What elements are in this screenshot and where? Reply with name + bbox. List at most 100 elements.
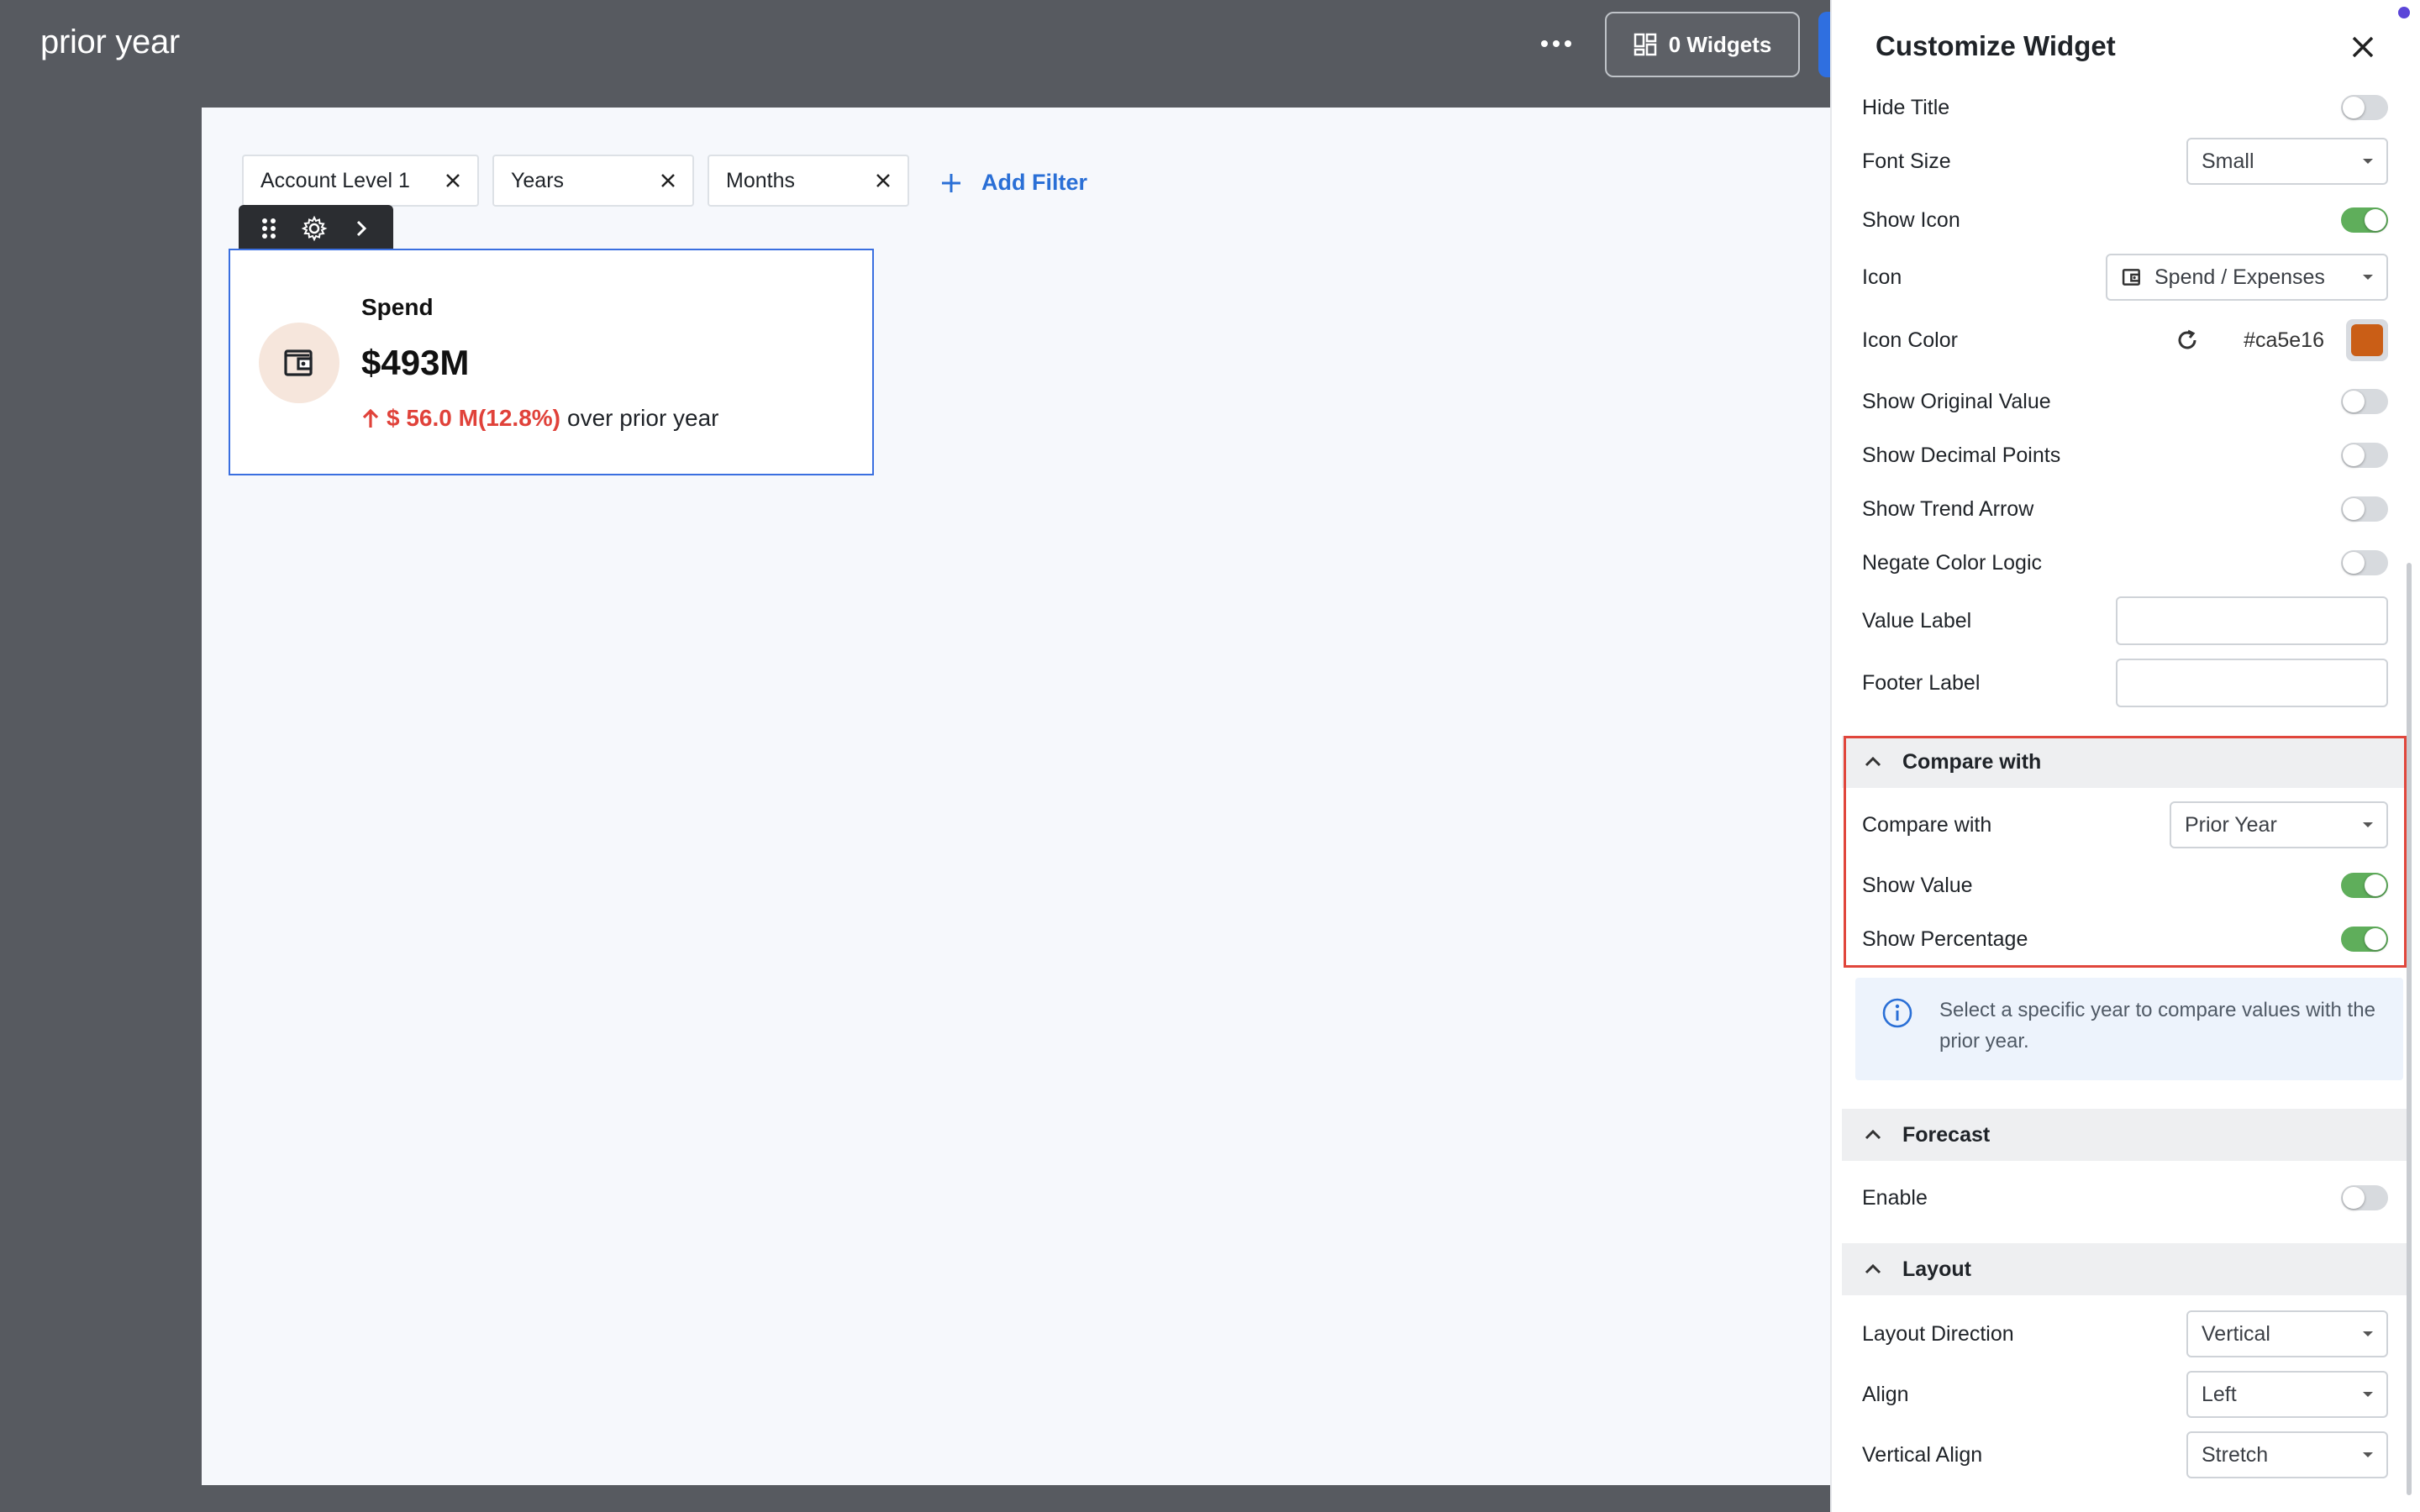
section-layout[interactable]: Layout [1842,1243,2408,1295]
customize-widget-panel: Customize Widget Hide Title Font Size Sm… [1830,0,2420,1512]
section-title: Forecast [1902,1122,1991,1147]
dashboard-title: prior year [40,24,180,60]
caret-down-icon [2363,1392,2373,1397]
kpi-widget[interactable]: Spend $493M $ 56.0 M(12.8%) over prior y… [229,249,874,475]
add-filter-button[interactable]: Add Filter [939,170,1087,196]
arrow-up-icon [362,408,379,428]
widgets-grid-icon [1634,33,1656,56]
add-filter-label: Add Filter [981,170,1087,195]
row-align: Align Left [1862,1371,2388,1418]
row-label: Font Size [1862,149,1951,173]
remove-filter-icon[interactable] [872,170,894,192]
value-label-input[interactable] [2116,596,2388,645]
row-label: Show Original Value [1862,389,2051,413]
show-decimal-points-toggle[interactable] [2341,443,2388,468]
section-title: Layout [1902,1257,1971,1281]
filter-chip-label: Account Level 1 [260,168,410,192]
row-label: Icon [1862,265,1902,289]
negate-color-logic-toggle[interactable] [2341,550,2388,575]
row-value-label: Value Label [1862,596,2388,645]
footer-label-input[interactable] [2116,659,2388,707]
row-label: Footer Label [1862,670,1981,695]
select-value: Left [2202,1382,2237,1406]
kpi-trend: $ 56.0 M(12.8%) over prior year [361,405,719,432]
info-box: Select a specific year to compare values… [1855,978,2403,1080]
show-trend-arrow-toggle[interactable] [2341,496,2388,522]
close-icon[interactable] [2346,30,2380,64]
row-show-original-value: Show Original Value [1862,385,2388,418]
vertical-align-select[interactable]: Stretch [2186,1431,2388,1478]
icon-select-content: Spend / Expenses [2121,265,2325,290]
wallet-icon [284,349,313,376]
show-icon-toggle[interactable] [2341,207,2388,233]
more-dot [1565,40,1571,47]
compare-with-highlight [1844,736,2407,968]
row-show-decimal-points: Show Decimal Points [1862,438,2388,472]
remove-filter-icon[interactable] [657,170,679,192]
forecast-enable-toggle[interactable] [2341,1185,2388,1210]
select-value: Stretch [2202,1442,2269,1467]
chevron-up-icon [1865,1129,1881,1140]
row-footer-label: Footer Label [1862,659,2388,707]
align-select[interactable]: Left [2186,1371,2388,1418]
row-label: Align [1862,1382,1909,1406]
widget-toolbar [239,205,393,252]
panel-scrollbar[interactable] [2407,563,2412,1495]
show-original-value-toggle[interactable] [2341,389,2388,414]
filter-chip-years[interactable]: Years [492,155,694,207]
caret-down-icon [2363,1331,2373,1336]
kpi-value: $493M [361,343,470,382]
kpi-delta-suffix: over prior year [567,405,719,431]
section-forecast[interactable]: Forecast [1842,1109,2408,1161]
row-negate-color-logic: Negate Color Logic [1862,546,2388,580]
color-swatch[interactable] [2346,319,2388,361]
row-icon: Icon Spend / Expenses [1862,254,2388,301]
row-label: Show Decimal Points [1862,443,2061,467]
select-value: Spend / Expenses [2154,265,2325,289]
filter-chip-account-level[interactable]: Account Level 1 [242,155,479,207]
color-swatch-fill [2351,324,2383,356]
widgets-button-label: 0 Widgets [1668,31,1772,57]
kpi-icon-circle [259,323,339,403]
font-size-select[interactable]: Small [2186,138,2388,185]
chevron-right-icon[interactable] [351,217,371,240]
caret-down-icon [2363,275,2373,280]
row-icon-color: Icon Color #ca5e16 [1862,319,2388,361]
select-value: Small [2202,149,2254,173]
row-layout-direction: Layout Direction Vertical [1862,1310,2388,1357]
more-options-button[interactable] [1529,25,1583,62]
icon-select[interactable]: Spend / Expenses [2106,254,2388,301]
remove-filter-icon[interactable] [442,170,464,192]
row-font-size: Font Size Small [1862,138,2388,185]
wallet-icon [2122,269,2140,286]
row-label: Show Icon [1862,207,1960,232]
caret-down-icon [2363,1452,2373,1457]
row-show-trend-arrow: Show Trend Arrow [1862,492,2388,526]
filter-chip-months[interactable]: Months [708,155,909,207]
reset-icon[interactable] [2175,328,2200,353]
row-label: Show Trend Arrow [1862,496,2034,521]
layout-direction-select[interactable]: Vertical [2186,1310,2388,1357]
icon-color-hex[interactable]: #ca5e16 [2244,328,2324,353]
row-hide-title: Hide Title [1862,91,2388,124]
caret-down-icon [2363,159,2373,164]
row-label: Layout Direction [1862,1321,2014,1346]
gear-icon[interactable] [301,215,328,242]
filter-chip-label: Years [511,168,565,192]
row-label: Enable [1862,1185,1928,1210]
kpi-title: Spend [361,294,434,320]
notification-dot [2398,7,2410,18]
chevron-up-icon [1865,1263,1881,1274]
icon-color-controls: #ca5e16 [2175,319,2388,361]
row-label: Vertical Align [1862,1442,1983,1467]
hide-title-toggle[interactable] [2341,95,2388,120]
more-dot [1553,40,1560,47]
row-forecast-enable: Enable [1862,1181,2388,1215]
widgets-button[interactable]: 0 Widgets [1605,12,1800,77]
more-dot [1541,40,1548,47]
row-label: Icon Color [1862,328,1958,352]
plus-icon [942,173,960,192]
info-icon [1882,998,1912,1028]
drag-handle-icon[interactable] [260,217,277,240]
info-text: Select a specific year to compare values… [1939,999,2375,1053]
